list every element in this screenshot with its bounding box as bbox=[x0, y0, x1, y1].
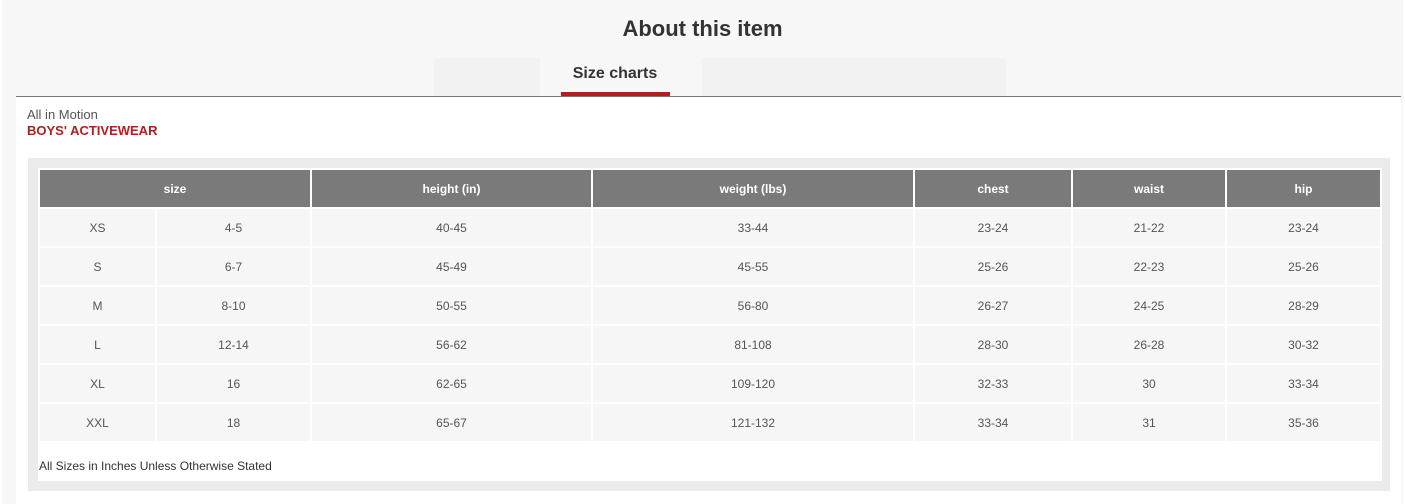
table-row: XXL 18 65-67 121-132 33-34 31 35-36 bbox=[40, 404, 1380, 441]
size-table-frame: size height (in) weight (lbs) chest wais… bbox=[28, 158, 1390, 491]
height-cell: 65-67 bbox=[312, 404, 591, 441]
waist-cell: 22-23 bbox=[1073, 248, 1225, 285]
column-header-waist: waist bbox=[1073, 170, 1225, 207]
table-row: S 6-7 45-49 45-55 25-26 22-23 25-26 bbox=[40, 248, 1380, 285]
size-range-cell: 12-14 bbox=[157, 326, 310, 363]
tab-size-charts[interactable]: Size charts bbox=[560, 58, 670, 96]
chest-cell: 33-34 bbox=[915, 404, 1071, 441]
tab-placeholder-right bbox=[702, 58, 1006, 96]
size-range-cell: 8-10 bbox=[157, 287, 310, 324]
size-range-cell: 16 bbox=[157, 365, 310, 402]
table-row: XL 16 62-65 109-120 32-33 30 33-34 bbox=[40, 365, 1380, 402]
size-chart-note: All Sizes in Inches Unless Otherwise Sta… bbox=[39, 459, 272, 473]
size-label-cell: L bbox=[40, 326, 155, 363]
size-label-cell: XXL bbox=[40, 404, 155, 441]
column-header-size: size bbox=[40, 170, 310, 207]
size-range-cell: 6-7 bbox=[157, 248, 310, 285]
table-row: L 12-14 56-62 81-108 28-30 26-28 30-32 bbox=[40, 326, 1380, 363]
height-cell: 45-49 bbox=[312, 248, 591, 285]
weight-cell: 81-108 bbox=[593, 326, 913, 363]
table-header-row: size height (in) weight (lbs) chest wais… bbox=[40, 170, 1380, 207]
weight-cell: 56-80 bbox=[593, 287, 913, 324]
brand-name: All in Motion bbox=[27, 107, 98, 122]
waist-cell: 30 bbox=[1073, 365, 1225, 402]
size-table: size height (in) weight (lbs) chest wais… bbox=[38, 168, 1382, 443]
size-chart-category: BOYS' ACTIVEWEAR bbox=[27, 123, 158, 138]
waist-cell: 21-22 bbox=[1073, 209, 1225, 246]
chest-cell: 28-30 bbox=[915, 326, 1071, 363]
table-row: XS 4-5 40-45 33-44 23-24 21-22 23-24 bbox=[40, 209, 1380, 246]
size-label-cell: M bbox=[40, 287, 155, 324]
table-row: M 8-10 50-55 56-80 26-27 24-25 28-29 bbox=[40, 287, 1380, 324]
chest-cell: 32-33 bbox=[915, 365, 1071, 402]
hip-cell: 33-34 bbox=[1227, 365, 1380, 402]
column-header-height: height (in) bbox=[312, 170, 591, 207]
chest-cell: 25-26 bbox=[915, 248, 1071, 285]
size-table-container: size height (in) weight (lbs) chest wais… bbox=[38, 168, 1382, 481]
size-range-cell: 4-5 bbox=[157, 209, 310, 246]
column-header-chest: chest bbox=[915, 170, 1071, 207]
height-cell: 40-45 bbox=[312, 209, 591, 246]
chest-cell: 23-24 bbox=[915, 209, 1071, 246]
weight-cell: 33-44 bbox=[593, 209, 913, 246]
waist-cell: 24-25 bbox=[1073, 287, 1225, 324]
size-label-cell: S bbox=[40, 248, 155, 285]
hip-cell: 28-29 bbox=[1227, 287, 1380, 324]
tab-bar: Size charts bbox=[2, 58, 1403, 96]
size-label-cell: XS bbox=[40, 209, 155, 246]
tab-placeholder-left bbox=[434, 58, 540, 96]
chest-cell: 26-27 bbox=[915, 287, 1071, 324]
size-label-cell: XL bbox=[40, 365, 155, 402]
hip-cell: 23-24 bbox=[1227, 209, 1380, 246]
hip-cell: 30-32 bbox=[1227, 326, 1380, 363]
weight-cell: 121-132 bbox=[593, 404, 913, 441]
size-chart-content: All in Motion BOYS' ACTIVEWEAR size heig… bbox=[16, 97, 1401, 504]
weight-cell: 109-120 bbox=[593, 365, 913, 402]
page-title: About this item bbox=[622, 16, 783, 41]
column-header-weight: weight (lbs) bbox=[593, 170, 913, 207]
height-cell: 50-55 bbox=[312, 287, 591, 324]
hip-cell: 35-36 bbox=[1227, 404, 1380, 441]
size-range-cell: 18 bbox=[157, 404, 310, 441]
about-this-item-panel: About this item Size charts All in Motio… bbox=[2, 0, 1403, 504]
height-cell: 56-62 bbox=[312, 326, 591, 363]
waist-cell: 31 bbox=[1073, 404, 1225, 441]
hip-cell: 25-26 bbox=[1227, 248, 1380, 285]
column-header-hip: hip bbox=[1227, 170, 1380, 207]
weight-cell: 45-55 bbox=[593, 248, 913, 285]
waist-cell: 26-28 bbox=[1073, 326, 1225, 363]
height-cell: 62-65 bbox=[312, 365, 591, 402]
